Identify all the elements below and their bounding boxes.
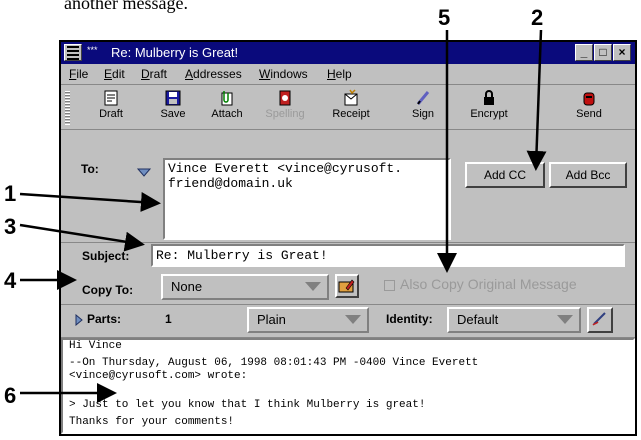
callout-arrows — [19, 29, 547, 403]
callout-3-arrow — [19, 223, 145, 252]
callout-2-arrow — [526, 29, 547, 171]
callout-1-arrow — [19, 192, 161, 212]
